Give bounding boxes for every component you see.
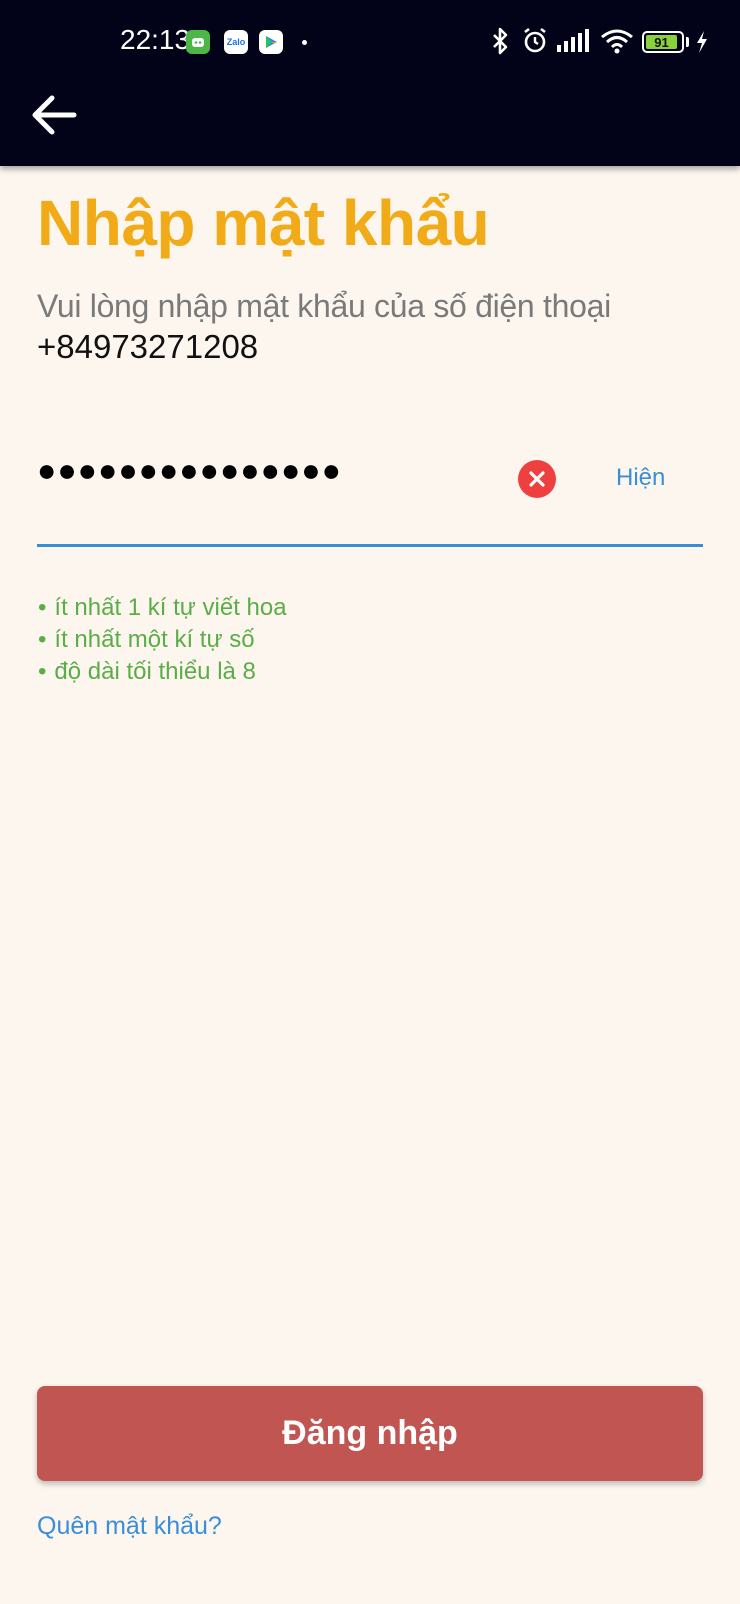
arrow-left-icon bbox=[32, 95, 77, 135]
password-rules: ít nhất 1 kí tự viết hoa ít nhất một kí … bbox=[38, 592, 287, 688]
page-title: Nhập mật khẩu bbox=[37, 187, 490, 259]
charging-icon bbox=[697, 31, 707, 53]
phone-number: +84973271208 bbox=[37, 328, 259, 365]
password-input[interactable]: ●●●●●●●●●●●●●●● bbox=[37, 452, 342, 489]
battery-icon: 91 bbox=[642, 31, 684, 53]
page-subtitle: Vui lòng nhập mật khẩu của số điện thoại bbox=[37, 288, 611, 324]
rule-min-length: độ dài tối thiểu là 8 bbox=[38, 656, 287, 688]
clear-icon bbox=[529, 471, 545, 487]
status-bar: 22:13 Zalo 91 bbox=[0, 0, 740, 86]
battery-level: 91 bbox=[646, 35, 677, 50]
rule-digit: ít nhất một kí tự số bbox=[38, 624, 287, 656]
login-button[interactable]: Đăng nhập bbox=[37, 1386, 703, 1481]
back-button[interactable] bbox=[30, 92, 82, 138]
signal-icon bbox=[557, 29, 589, 52]
notification-dot-icon bbox=[302, 40, 307, 45]
status-time: 22:13 bbox=[120, 24, 191, 55]
show-password-toggle[interactable]: Hiện bbox=[616, 464, 665, 492]
forgot-password-link[interactable]: Quên mật khẩu? bbox=[37, 1512, 222, 1541]
play-store-icon bbox=[259, 30, 283, 54]
rule-uppercase: ít nhất 1 kí tự viết hoa bbox=[38, 592, 286, 624]
alarm-icon bbox=[524, 27, 546, 53]
password-underline bbox=[37, 544, 703, 547]
clear-button[interactable] bbox=[518, 460, 556, 498]
zalo-icon: Zalo bbox=[224, 30, 248, 54]
chat-bot-icon bbox=[186, 30, 210, 54]
bluetooth-icon bbox=[493, 27, 508, 55]
app-header: 22:13 Zalo 91 bbox=[0, 0, 740, 166]
wifi-icon bbox=[601, 29, 633, 54]
battery-tip bbox=[686, 37, 689, 47]
